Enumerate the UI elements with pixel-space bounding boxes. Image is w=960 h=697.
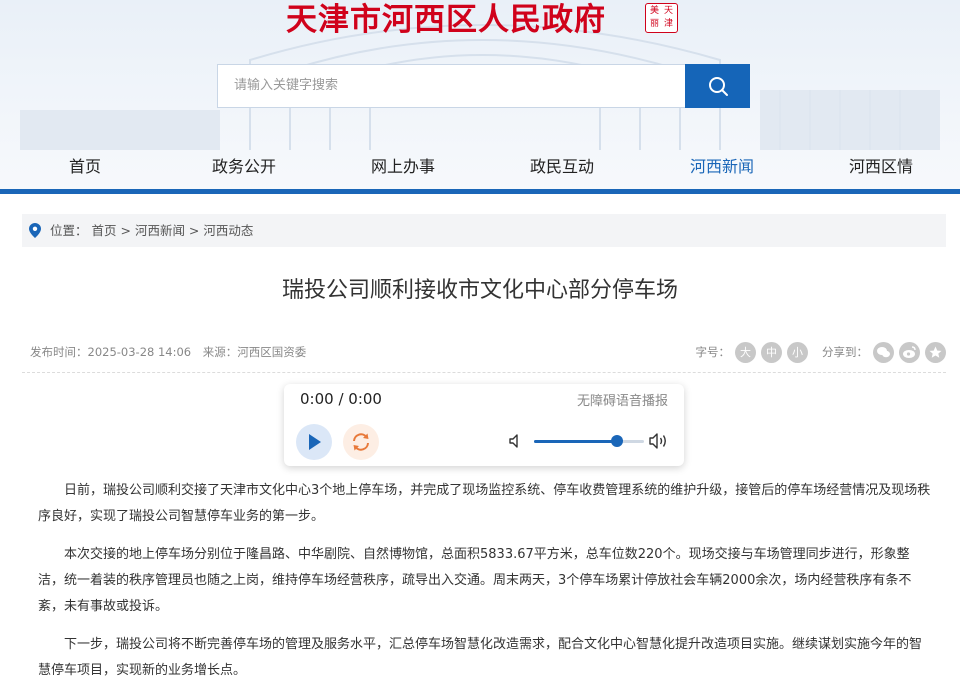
volume-slider-fill [534,440,617,443]
font-size-label: 字号： [695,345,731,359]
publish-time: 发布时间：2025-03-28 14:06 [30,345,192,359]
wechat-share-icon[interactable] [873,341,894,363]
article-title: 瑞投公司顺利接收市文化中心部分停车场 [281,278,678,303]
loop-icon [353,433,369,451]
article-paragraph: 下一步，瑞投公司将不断完善停车场的管理及服务水平，汇总停车场智慧化改造需求，配合… [38,637,923,678]
breadcrumb-hexi-news[interactable]: 河西新闻 [135,223,185,238]
breadcrumb-hexi-dynamics[interactable]: 河西动态 [203,223,253,238]
share-label: 分享到： [822,345,868,359]
tts-label: 无障碍语音播报 [576,394,668,409]
article-paragraph: 日前，瑞投公司顺利交接了天津市文化中心3个地上停车场，并完成了现场监控系统、停车… [38,483,931,524]
volume-slider[interactable] [534,435,644,447]
breadcrumb-separator: > [184,223,204,238]
site-title[interactable]: 天津市河西区人民政府 [286,0,606,40]
article-body: 日前，瑞投公司顺利交接了天津市文化中心3个地上停车场，并完成了现场监控系统、停车… [38,478,932,696]
nav-item-hexi-news[interactable]: 河西新闻 [672,150,772,184]
location-pin-icon [29,223,41,238]
nav-item-district-info[interactable]: 河西区情 [831,150,931,184]
breadcrumb: 位置： 首页 > 河西新闻 > 河西动态 [22,214,946,247]
search-input[interactable]: 请输入关键字搜索 [217,64,687,108]
nav-item-government-affairs[interactable]: 政务公开 [194,150,294,184]
search-button[interactable] [685,64,750,108]
font-size-large-button[interactable]: 大 [735,341,756,363]
seal-char: 美 [649,6,659,16]
favorite-share-icon[interactable] [925,341,946,363]
nav-item-interaction[interactable]: 政民互动 [512,150,612,184]
site-logo-seal: 美 天 丽 津 [645,3,678,33]
volume-high-icon[interactable] [648,432,670,450]
seal-char: 天 [663,6,673,16]
loop-button[interactable] [343,424,379,460]
font-size-medium-button[interactable]: 中 [761,341,782,363]
seal-char: 丽 [649,19,659,29]
search-icon [708,77,728,96]
article-paragraph: 本次交接的地上停车场分别位于隆昌路、中华剧院、自然博物馆，总面积5833.67平… [38,547,912,614]
nav-item-online-services[interactable]: 网上办事 [353,150,453,184]
main-nav: 首页 政务公开 网上办事 政民互动 河西新闻 河西区情 [0,150,960,184]
audio-player: 0:00 / 0:00 无障碍语音播报 [284,384,684,466]
breadcrumb-prefix: 位置： [50,223,88,238]
meta-divider [22,372,946,373]
weibo-share-icon[interactable] [899,341,920,363]
article-source: 来源：河西区国资委 [202,345,307,359]
breadcrumb-home[interactable]: 首页 [92,223,117,238]
seal-char: 津 [663,19,673,29]
nav-underline [0,189,960,194]
font-size-small-button[interactable]: 小 [787,341,808,363]
play-icon [309,434,321,450]
volume-low-icon[interactable] [508,433,524,449]
play-button[interactable] [296,424,332,460]
site-header: 天津市河西区人民政府 美 天 丽 津 请输入关键字搜索 首页 政务公开 网上办事… [0,0,960,194]
article-meta: 发布时间：2025-03-28 14:06 来源：河西区国资委 字号： 大 中 … [30,340,946,364]
nav-item-home[interactable]: 首页 [35,150,135,184]
breadcrumb-separator: > [116,223,135,238]
volume-slider-thumb[interactable] [610,435,623,447]
player-time: 0:00 / 0:00 [300,390,382,408]
